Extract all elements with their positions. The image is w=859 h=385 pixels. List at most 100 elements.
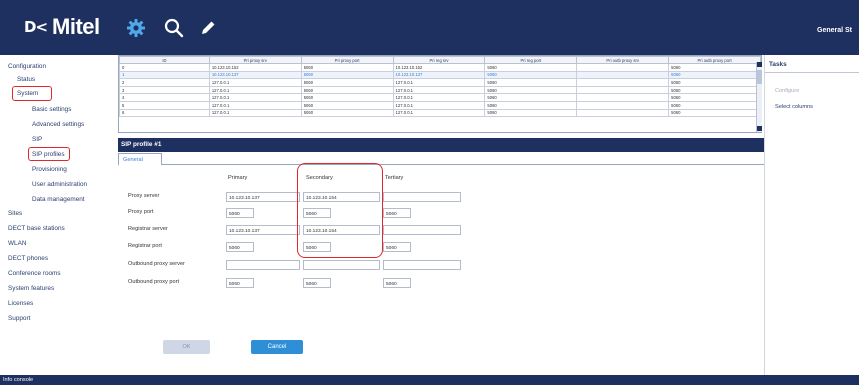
table-cell: 127.0.0.1 xyxy=(208,100,302,110)
table-cell: 5060 xyxy=(484,78,578,87)
primary-outbound-proxy-port-field[interactable] xyxy=(226,278,254,288)
primary-registrar-server-field[interactable] xyxy=(226,225,300,235)
sidebar-item-configuration[interactable]: Configuration xyxy=(8,62,46,71)
sidebar-item-licenses[interactable]: Licenses xyxy=(8,299,33,308)
sidebar-item-sip[interactable]: SIP xyxy=(32,135,42,144)
sidebar-item-basic-settings[interactable]: Basic settings xyxy=(32,105,71,114)
label-proxy-port: Proxy port xyxy=(128,209,154,215)
table-cell: 5060 xyxy=(300,78,394,87)
primary-registrar-port-field[interactable] xyxy=(226,242,254,252)
tertiary-registrar-server-field[interactable] xyxy=(383,225,461,235)
column-header-pri-outb-proxy-srv[interactable]: Pri outb proxy srv xyxy=(576,56,670,64)
column-header-pri-outb-proxy-port[interactable]: Pri outb proxy port xyxy=(668,56,761,64)
table-cell: 4 xyxy=(119,93,210,102)
sidebar-item-system-features[interactable]: System features xyxy=(8,284,54,293)
tasks-divider xyxy=(765,72,859,73)
table-cell: 5060 xyxy=(300,63,394,72)
info-console-label: Info console xyxy=(3,377,34,383)
table-cell xyxy=(576,63,670,72)
scroll-up-arrow-icon[interactable] xyxy=(757,62,762,67)
tertiary-outbound-proxy-port-field[interactable] xyxy=(383,278,411,288)
table-cell: 127.0.0.1 xyxy=(392,100,486,110)
table-row[interactable]: 0 10.123.10.152 5060 10.123.10.152 5060 … xyxy=(119,63,761,72)
sidebar-item-dect-phones[interactable]: DECT phones xyxy=(8,254,48,263)
secondary-outbound-proxy-port-field[interactable] xyxy=(303,278,331,288)
sidebar-item-support[interactable]: Support xyxy=(8,314,30,323)
column-header-primary: Primary xyxy=(228,175,248,181)
column-header-pri-proxy-srv[interactable]: Pri proxy srv xyxy=(208,56,302,64)
sidebar-item-provisioning[interactable]: Provisioning xyxy=(32,165,67,174)
table-row[interactable]: 4 127.0.0.1 5060 127.0.0.1 5060 5060 xyxy=(119,93,761,102)
table-row[interactable]: 5 127.0.0.1 5060 127.0.0.1 5060 5060 xyxy=(119,100,761,110)
table-cell xyxy=(576,100,670,110)
search-icon[interactable] xyxy=(163,17,185,39)
tab-general[interactable]: General xyxy=(118,153,162,165)
table-cell: 5060 xyxy=(668,93,761,102)
highlight-system xyxy=(12,86,52,101)
label-outbound-proxy-port: Outbound proxy port xyxy=(128,279,179,285)
task-select-columns[interactable]: Select columns xyxy=(775,104,813,110)
sip-profiles-table: ID Pri proxy srv Pri proxy port Pri reg … xyxy=(119,56,761,118)
sidebar-item-wlan[interactable]: WLAN xyxy=(8,239,26,248)
table-cell: 5060 xyxy=(484,70,578,80)
primary-proxy-server-field[interactable] xyxy=(226,192,300,202)
table-row[interactable]: 2 127.0.0.1 5060 127.0.0.1 5060 5060 xyxy=(119,78,761,87)
scroll-down-arrow-icon[interactable] xyxy=(757,126,762,131)
sidebar-item-sites[interactable]: Sites xyxy=(8,209,22,218)
table-cell: 10.123.10.137 xyxy=(392,70,486,80)
sidebar-item-dect-base-stations[interactable]: DECT base stations xyxy=(8,224,65,233)
table-cell: 5060 xyxy=(484,93,578,102)
table-row[interactable]: 6 127.0.0.1 5060 127.0.0.1 5060 5060 xyxy=(119,108,761,118)
grid-vertical-scrollbar[interactable] xyxy=(756,62,762,132)
ok-button[interactable]: OK xyxy=(163,340,210,354)
tertiary-registrar-port-field[interactable] xyxy=(383,242,411,252)
tertiary-proxy-server-field[interactable] xyxy=(383,192,461,202)
table-cell: 127.0.0.1 xyxy=(392,93,486,102)
table-cell: 5060 xyxy=(668,85,761,95)
table-cell: 10.123.10.137 xyxy=(208,70,302,80)
table-cell: 5060 xyxy=(484,108,578,118)
secondary-outbound-proxy-server-field[interactable] xyxy=(303,260,380,270)
column-header-pri-reg-srv[interactable]: Pri reg srv xyxy=(392,56,486,64)
sidebar-item-conference-rooms[interactable]: Conference rooms xyxy=(8,269,61,278)
table-cell: 127.0.0.1 xyxy=(208,108,302,118)
label-registrar-port: Registrar port xyxy=(128,243,162,249)
table-cell: 5060 xyxy=(300,100,394,110)
mitel-logo: D< Mitel xyxy=(24,13,100,41)
primary-outbound-proxy-server-field[interactable] xyxy=(226,260,300,270)
sidebar-item-data-management[interactable]: Data management xyxy=(32,195,85,204)
table-cell: 5060 xyxy=(300,93,394,102)
primary-proxy-port-field[interactable] xyxy=(226,208,254,218)
table-row[interactable]: 3 127.0.0.1 5060 127.0.0.1 5060 5060 xyxy=(119,85,761,95)
app-root: D< Mitel General St Configuration Status… xyxy=(0,0,859,385)
scrollbar-thumb[interactable] xyxy=(757,70,762,84)
table-cell: 5060 xyxy=(300,70,394,80)
table-cell: 5060 xyxy=(300,108,394,118)
tertiary-outbound-proxy-server-field[interactable] xyxy=(383,260,461,270)
pencil-icon[interactable] xyxy=(197,17,219,39)
table-row-selected[interactable]: 1 10.123.10.137 5060 10.123.10.137 5060 … xyxy=(119,70,761,80)
sidebar-item-advanced-settings[interactable]: Advanced settings xyxy=(32,120,84,129)
info-console-bar[interactable]: Info console xyxy=(0,375,859,385)
label-registrar-server: Registrar server xyxy=(128,226,168,232)
mitel-logo-text: Mitel xyxy=(52,14,100,39)
table-cell: 5060 xyxy=(300,85,394,95)
column-header-id[interactable]: ID xyxy=(119,56,210,64)
tab-strip-divider xyxy=(162,164,764,165)
column-header-pri-proxy-port[interactable]: Pri proxy port xyxy=(300,56,394,64)
sidebar-item-status[interactable]: Status xyxy=(17,75,35,84)
table-cell: 127.0.0.1 xyxy=(208,93,302,102)
column-header-tertiary: Tertiary xyxy=(385,175,404,181)
table-cell xyxy=(576,108,670,118)
table-cell xyxy=(576,70,670,80)
task-configure[interactable]: Configure xyxy=(775,88,799,94)
sidebar: Configuration Status System Basic settin… xyxy=(0,55,118,375)
tertiary-proxy-port-field[interactable] xyxy=(383,208,411,218)
label-proxy-server: Proxy server xyxy=(128,193,160,199)
cancel-button[interactable]: Cancel xyxy=(251,340,303,354)
table-cell: 5060 xyxy=(668,100,761,110)
sidebar-item-user-administration[interactable]: User administration xyxy=(32,180,87,189)
column-header-pri-reg-port[interactable]: Pri reg port xyxy=(484,56,578,64)
gear-icon[interactable] xyxy=(125,17,147,39)
header-right-menu[interactable]: General St xyxy=(817,27,852,34)
